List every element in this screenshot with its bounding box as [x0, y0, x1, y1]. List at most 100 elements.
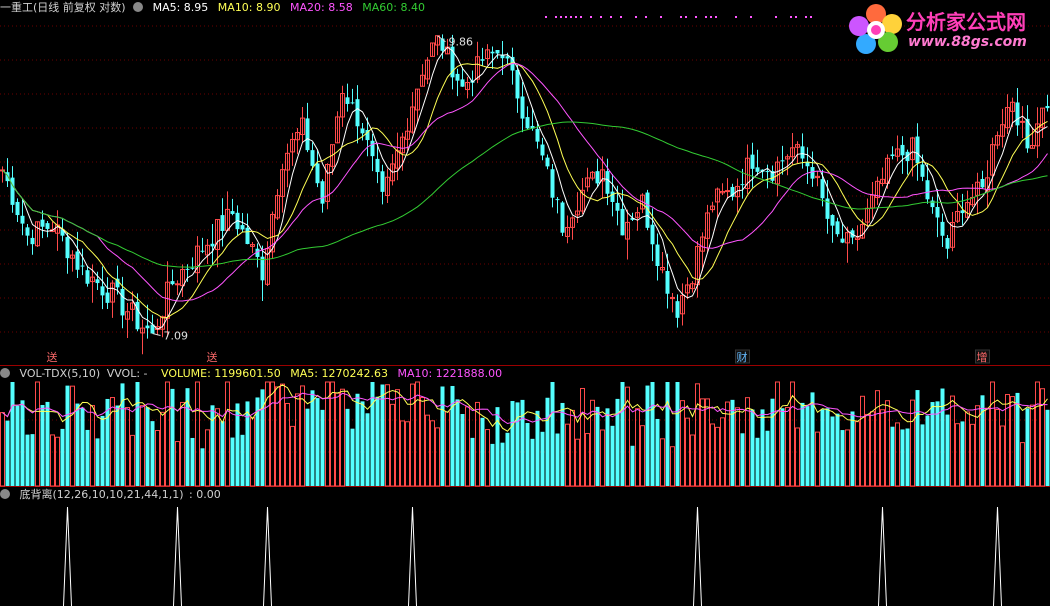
signal-dot [715, 16, 717, 18]
indicator-header: 底背离(12,26,10,10,21,44,1,1) : 0.00 [0, 488, 227, 502]
volume-bar [595, 406, 600, 486]
volume-bar [740, 433, 745, 486]
candle-body [240, 225, 245, 230]
volume-bar [445, 411, 450, 487]
candle-body [85, 270, 90, 284]
volume-bar [535, 410, 540, 486]
volume-bar [870, 411, 875, 487]
indicator-spike [263, 506, 272, 606]
stock-chart[interactable]: 9.86 7.09 送 送 财 增 [0, 0, 1050, 606]
candle-body [820, 179, 825, 199]
volume-bar [385, 384, 390, 487]
volume-bar [5, 420, 10, 486]
volume-bar [875, 390, 880, 487]
volume-bar [645, 385, 650, 486]
candle-body [30, 237, 35, 245]
volume-bar [95, 438, 100, 486]
candle-body [305, 118, 310, 151]
volume-bar [700, 398, 705, 487]
volume-bar [435, 427, 440, 487]
candle-body [490, 51, 495, 54]
volume-bar [920, 424, 925, 486]
volume-bar [590, 399, 595, 487]
volume-bar [475, 401, 480, 487]
ma60-readout: MA60: 8.40 [362, 1, 425, 14]
volume-bar [715, 426, 720, 487]
candle-body [80, 265, 85, 267]
volume-bar [675, 382, 680, 486]
volume-bar [450, 385, 455, 486]
candle-body [460, 79, 465, 87]
volume-bar [530, 438, 535, 486]
indicator-name[interactable]: 底背离(12,26,10,10,21,44,1,1) [20, 488, 184, 501]
candle-body [480, 59, 485, 61]
volume-bar [20, 400, 25, 486]
volume-bar [905, 428, 910, 486]
candle-body [610, 191, 615, 202]
volume-bar [10, 382, 15, 486]
settings-circle-icon[interactable] [133, 2, 144, 12]
candle-body [1045, 105, 1050, 109]
volume-bar [835, 413, 840, 486]
candle-body [920, 164, 925, 177]
indicator-spike [173, 506, 182, 606]
volume-bar [670, 446, 675, 487]
volume-bar [680, 400, 685, 487]
candle-body [220, 215, 225, 231]
candle-body [830, 214, 835, 226]
volume-bar [960, 421, 965, 486]
volume-bar [610, 425, 615, 486]
volume-bar [270, 381, 275, 487]
volume-bar [360, 401, 365, 486]
volume-bar [660, 438, 665, 487]
volume-bar [35, 381, 40, 487]
volume-bar [390, 403, 395, 487]
volume-bar [165, 381, 170, 487]
volume-bar [860, 395, 865, 487]
candle-body [1015, 102, 1020, 126]
candle-body [380, 171, 385, 192]
ma20-line [2, 62, 1048, 302]
settings-circle-icon[interactable] [0, 489, 10, 499]
candle-body [15, 201, 20, 216]
candle-body [65, 237, 70, 259]
candle-body [310, 150, 315, 166]
signal-dot [560, 16, 562, 18]
signal-dot [710, 16, 712, 18]
vol-indicator-name[interactable]: VOL-TDX(5,10) [20, 367, 101, 380]
volume-bar [540, 431, 545, 486]
volume-bar [620, 382, 625, 486]
ma10-line [2, 62, 1048, 319]
candle-body [525, 117, 530, 129]
volume-bar [120, 383, 125, 486]
signal-dot [685, 16, 687, 18]
logo-url: www.88gs.com [908, 34, 1027, 50]
stock-title[interactable]: 一重工(日线 前复权 对数) [0, 1, 126, 14]
site-logo: 分析家公式网 www.88gs.com [848, 2, 1048, 56]
volume-bar [60, 428, 65, 486]
volume-bar [220, 421, 225, 486]
volume-bar [705, 398, 710, 487]
settings-circle-icon[interactable] [0, 368, 10, 378]
candle-body [595, 171, 600, 184]
signal-dot [555, 16, 557, 18]
candle-body [190, 267, 195, 269]
vvol-readout: VVOL: - [106, 367, 148, 380]
candle-body [545, 157, 550, 167]
candle-body [505, 56, 510, 59]
volume-bar [145, 407, 150, 486]
volume-bar [800, 402, 805, 486]
candle-body [935, 206, 940, 218]
volume-bar [130, 434, 135, 487]
candle-body [1020, 120, 1025, 123]
volume-readout: VOLUME: 1199601.50 [161, 367, 281, 380]
candle-body [755, 167, 760, 172]
candle-body [200, 250, 205, 252]
ma60-line [2, 121, 1048, 268]
volume-bar [490, 443, 495, 486]
volume-bar [430, 420, 435, 487]
candle-body [95, 279, 100, 284]
volume-bar [405, 421, 410, 487]
signal-dot [610, 16, 612, 18]
signal-dot [570, 16, 572, 18]
